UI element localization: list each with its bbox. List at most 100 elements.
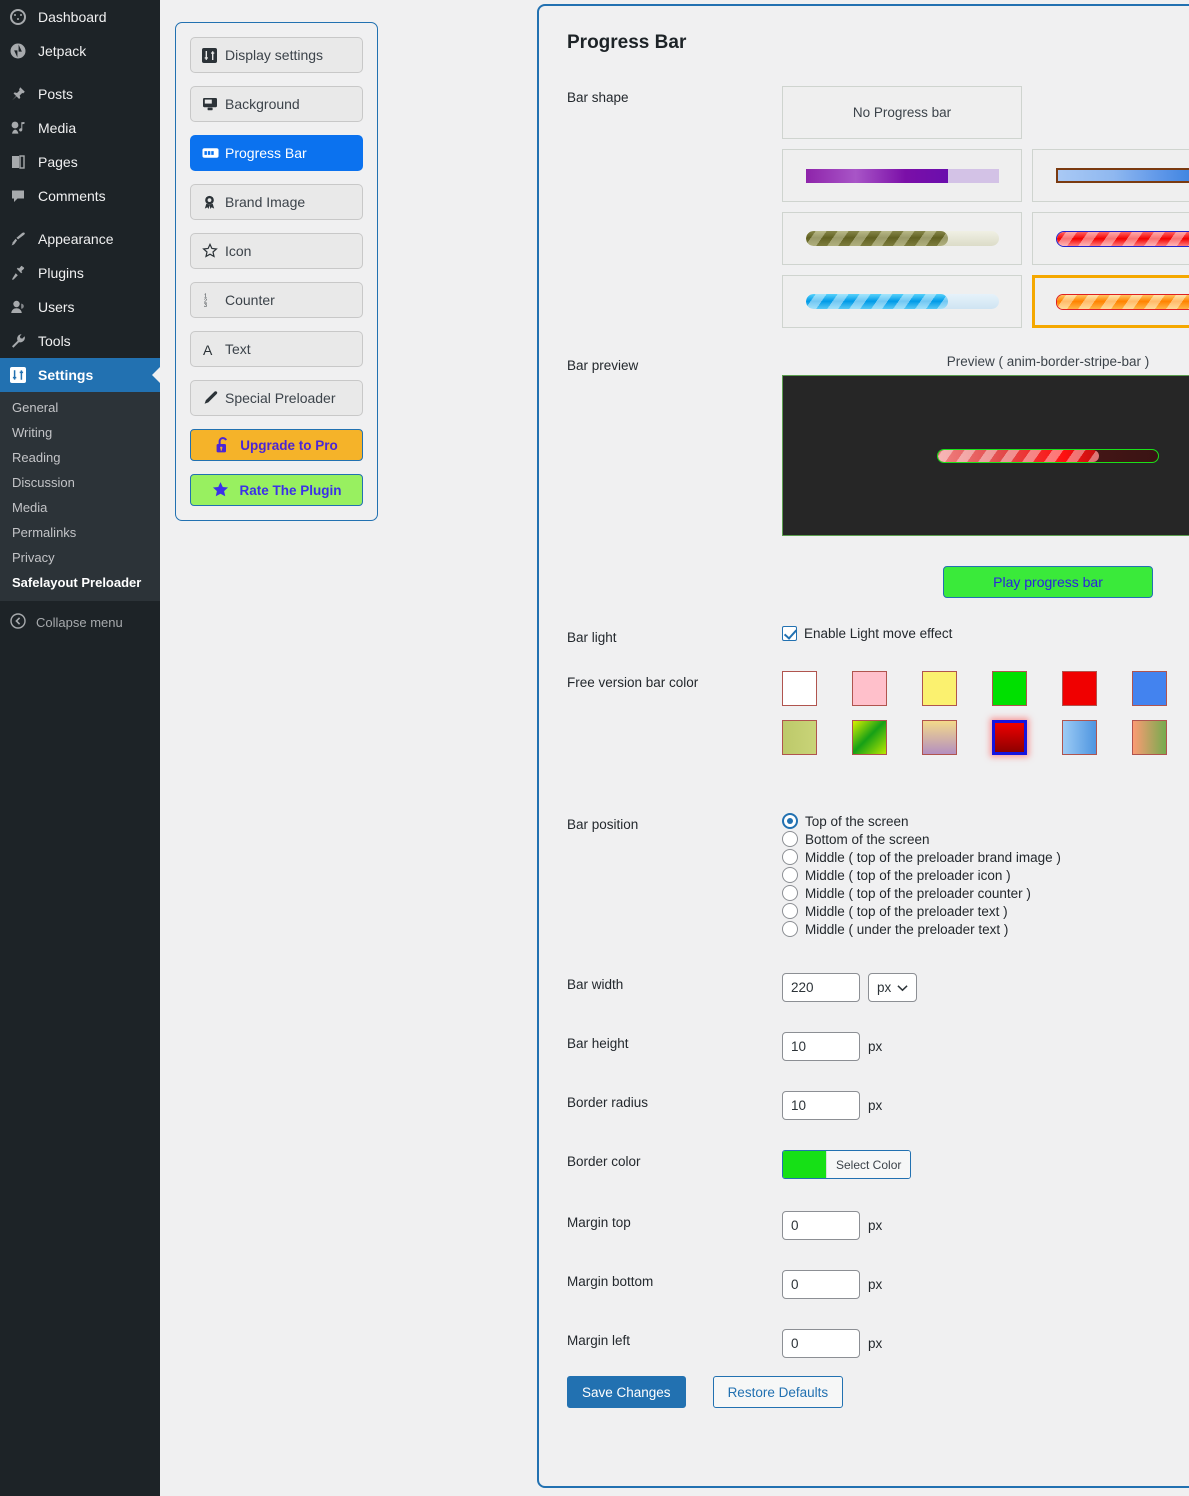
bar-height-input[interactable]	[782, 1032, 860, 1061]
swatch-red[interactable]	[1062, 671, 1097, 706]
shape-option-olive-stripe-bar[interactable]	[782, 212, 1022, 265]
radio-input[interactable]	[782, 903, 798, 919]
tab-background[interactable]: Background	[190, 86, 363, 122]
border-color-swatch	[783, 1151, 826, 1178]
radio-input[interactable]	[782, 921, 798, 937]
bar-height-unit: px	[868, 1039, 883, 1054]
bar-preview-caption: Preview ( anim-border-stripe-bar )	[946, 354, 1150, 369]
enable-light-move-effect-checkbox[interactable]	[782, 626, 797, 641]
radio-input[interactable]	[782, 813, 798, 829]
tab-text[interactable]: A Text	[190, 331, 363, 367]
sidebar-item-settings[interactable]: Settings	[0, 358, 160, 392]
tab-icon[interactable]: Icon	[190, 233, 363, 269]
sidebar-item-label: Posts	[38, 86, 74, 102]
submenu-item-privacy[interactable]: Privacy	[0, 545, 160, 570]
radio-top-of-the-screen[interactable]: Top of the screen	[782, 813, 1189, 829]
page-title: Progress Bar	[567, 32, 687, 53]
swatch-gold-to-mauve[interactable]	[922, 720, 957, 755]
enable-light-move-effect-row[interactable]: Enable Light move effect	[782, 626, 1189, 641]
save-changes-button[interactable]: Save Changes	[567, 1376, 686, 1408]
no-progress-bar-label: No Progress bar	[852, 105, 952, 120]
shape-option-anim-border-stripe-bar[interactable]	[1032, 275, 1189, 328]
tab-label: Brand Image	[225, 194, 306, 210]
swatch-light-blue[interactable]	[1062, 720, 1097, 755]
sidebar-item-dashboard[interactable]: Dashboard	[0, 0, 160, 34]
margin-bottom-input[interactable]	[782, 1270, 860, 1299]
radio-label: Middle ( top of the preloader icon )	[805, 867, 1011, 883]
swatch-pink[interactable]	[852, 671, 887, 706]
bar-light-row: Bar light Enable Light move effect	[567, 626, 1189, 645]
tab-display-settings[interactable]: Display settings	[190, 37, 363, 73]
sliders-icon	[202, 47, 225, 63]
radio-label: Bottom of the screen	[805, 831, 930, 847]
sidebar-separator	[0, 68, 160, 77]
radio-middle-top-text[interactable]: Middle ( top of the preloader text )	[782, 903, 1189, 919]
submenu-item-general[interactable]: General	[0, 395, 160, 420]
collapse-menu-button[interactable]: Collapse menu	[0, 605, 160, 639]
radio-bottom-of-the-screen[interactable]: Bottom of the screen	[782, 831, 1189, 847]
radio-middle-under-text[interactable]: Middle ( under the preloader text )	[782, 921, 1189, 937]
radio-input[interactable]	[782, 831, 798, 847]
shape-option-flat-purple-bar[interactable]	[782, 149, 1022, 202]
swatch-olive-gradient[interactable]	[782, 720, 817, 755]
swatch-white[interactable]	[782, 671, 817, 706]
bar-width-unit-value: px	[877, 980, 892, 995]
shape-option-no-progress-bar[interactable]: No Progress bar	[782, 86, 1022, 139]
radio-middle-top-counter[interactable]: Middle ( top of the preloader counter )	[782, 885, 1189, 901]
bar-position-label: Bar position	[567, 817, 639, 832]
radio-middle-top-brand-image[interactable]: Middle ( top of the preloader brand imag…	[782, 849, 1189, 865]
shape-preview	[1055, 230, 1189, 247]
radio-middle-top-icon[interactable]: Middle ( top of the preloader icon )	[782, 867, 1189, 883]
radio-input[interactable]	[782, 849, 798, 865]
bar-shape-options: No Progress bar	[782, 86, 1189, 328]
swatch-yellow[interactable]	[922, 671, 957, 706]
submenu-item-permalinks[interactable]: Permalinks	[0, 520, 160, 545]
border-color-picker[interactable]: Select Color	[782, 1150, 912, 1179]
radio-input[interactable]	[782, 867, 798, 883]
wrench-icon	[10, 333, 36, 349]
shape-option-flat-blue-bordered-bar[interactable]	[1032, 149, 1189, 202]
margin-left-label: Margin left	[567, 1333, 631, 1348]
upgrade-to-pro-button[interactable]: Upgrade to Pro	[190, 429, 363, 461]
border-radius-input[interactable]	[782, 1091, 860, 1120]
swatch-salmon-to-green[interactable]	[1132, 720, 1167, 755]
tab-progress-bar[interactable]: Progress Bar	[190, 135, 363, 171]
bar-preview-row: Bar preview Preview ( anim-border-stripe…	[567, 354, 1189, 598]
margin-top-input[interactable]	[782, 1211, 860, 1240]
bar-width-input[interactable]	[782, 973, 860, 1002]
submenu-item-reading[interactable]: Reading	[0, 445, 160, 470]
users-icon	[10, 299, 36, 315]
swatch-green[interactable]	[992, 671, 1027, 706]
sidebar-item-jetpack[interactable]: Jetpack	[0, 34, 160, 68]
sidebar-item-posts[interactable]: Posts	[0, 77, 160, 111]
sidebar-item-users[interactable]: Users	[0, 290, 160, 324]
restore-defaults-button[interactable]: Restore Defaults	[712, 1376, 844, 1408]
tab-counter[interactable]: 123 Counter	[190, 282, 363, 318]
shape-option-red-stripe-border-bar[interactable]	[1032, 212, 1189, 265]
swatch-blue[interactable]	[1132, 671, 1167, 706]
shape-option-cyan-stripe-bar[interactable]	[782, 275, 1022, 328]
shape-preview	[805, 294, 999, 309]
margin-top-row: Margin top px	[567, 1211, 1189, 1240]
submenu-item-media[interactable]: Media	[0, 495, 160, 520]
radio-input[interactable]	[782, 885, 798, 901]
sidebar-item-comments[interactable]: Comments	[0, 179, 160, 213]
submenu-item-discussion[interactable]: Discussion	[0, 470, 160, 495]
shape-preview	[805, 168, 999, 183]
rate-the-plugin-button[interactable]: Rate The Plugin	[190, 474, 363, 506]
bar-width-unit-select[interactable]: px	[868, 973, 918, 1002]
tab-label: Icon	[225, 243, 252, 259]
swatch-dark-red[interactable]	[992, 720, 1027, 755]
submenu-item-writing[interactable]: Writing	[0, 420, 160, 445]
sidebar-item-tools[interactable]: Tools	[0, 324, 160, 358]
swatch-green-yellow-diagonal[interactable]	[852, 720, 887, 755]
sidebar-item-media[interactable]: Media	[0, 111, 160, 145]
margin-left-input[interactable]	[782, 1329, 860, 1358]
sidebar-item-appearance[interactable]: Appearance	[0, 222, 160, 256]
play-progress-bar-button[interactable]: Play progress bar	[943, 566, 1153, 598]
sidebar-item-plugins[interactable]: Plugins	[0, 256, 160, 290]
tab-special-preloader[interactable]: Special Preloader	[190, 380, 363, 416]
submenu-item-safelayout-preloader[interactable]: Safelayout Preloader	[0, 570, 160, 595]
sidebar-item-pages[interactable]: Pages	[0, 145, 160, 179]
tab-brand-image[interactable]: Brand Image	[190, 184, 363, 220]
